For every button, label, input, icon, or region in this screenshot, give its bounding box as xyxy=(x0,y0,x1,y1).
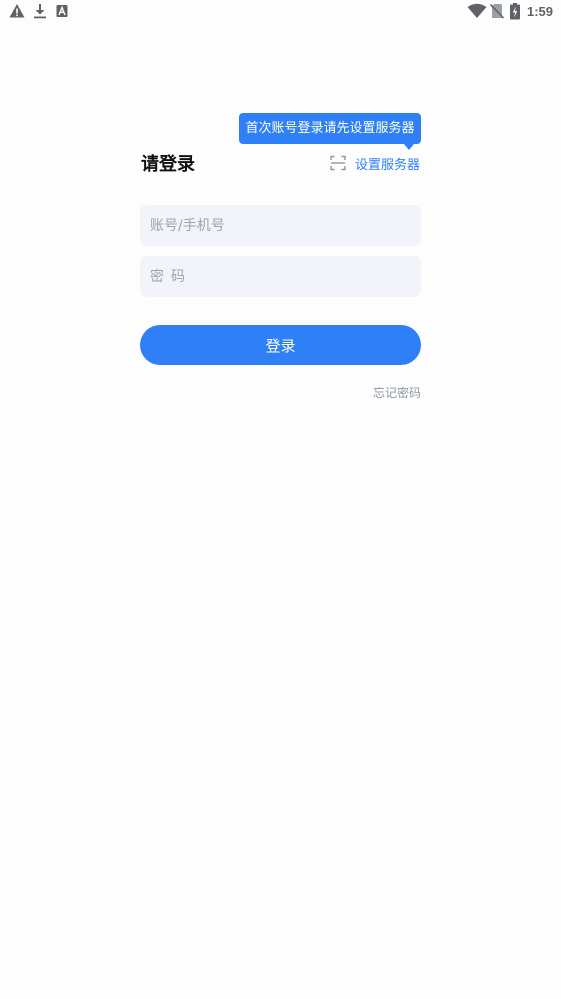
scan-icon xyxy=(330,155,346,171)
password-input[interactable] xyxy=(140,256,421,297)
set-server-link[interactable]: 设置服务器 xyxy=(330,152,420,174)
status-bar: 1:59 xyxy=(0,0,561,24)
no-sim-icon xyxy=(489,3,505,21)
status-time: 1:59 xyxy=(526,4,553,19)
server-tooltip: 首次账号登录请先设置服务器 xyxy=(239,113,421,144)
battery-charging-icon xyxy=(510,3,520,21)
account-input[interactable] xyxy=(140,205,421,246)
page-title: 请登录 xyxy=(141,154,195,175)
login-button[interactable]: 登录 xyxy=(140,325,421,365)
text-a-icon xyxy=(56,3,68,21)
set-server-label: 设置服务器 xyxy=(355,157,421,173)
forgot-password-link[interactable]: 忘记密码 xyxy=(373,384,421,401)
warning-icon xyxy=(9,3,25,21)
download-icon xyxy=(33,3,47,21)
wifi-icon xyxy=(467,3,487,21)
tooltip-arrow xyxy=(404,144,414,150)
